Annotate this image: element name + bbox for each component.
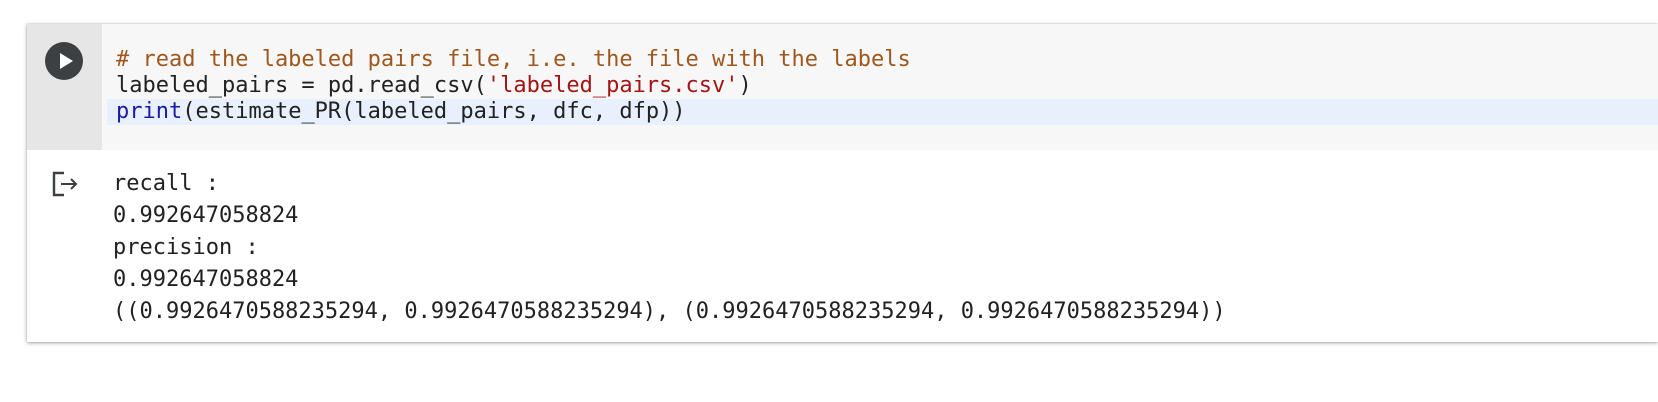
code-text: labeled_pairs = pd.read_csv( [116,73,487,98]
cell-output-area: recall : 0.992647058824 precision : 0.99264… [27,150,1658,342]
code-text: ) [738,73,752,98]
code-comment: # read the labeled pairs file, i.e. the … [116,47,911,72]
output-line: 0.992647058824 [113,203,299,228]
play-icon [60,53,73,69]
output-clear-icon[interactable] [51,170,83,198]
run-cell-button[interactable] [45,42,83,80]
code-editor[interactable]: # read the labeled pairs file, i.e. the … [102,24,1658,150]
code-line-3: print(estimate_PR(labeled_pairs, dfc, df… [116,99,686,125]
cell-gutter [27,24,102,150]
code-text: (estimate_PR(labeled_pairs, dfc, dfp)) [182,99,686,124]
code-string: 'labeled_pairs.csv' [486,73,739,98]
output-line: 0.992647058824 [113,267,299,292]
code-builtin: print [116,99,183,124]
code-line-2: labeled_pairs = pd.read_csv('labeled_pai… [116,73,752,99]
notebook-code-cell: # read the labeled pairs file, i.e. the … [27,24,1658,342]
output-line: precision : [113,235,259,260]
code-area: # read the labeled pairs file, i.e. the … [27,24,1658,150]
code-line-1: # read the labeled pairs file, i.e. the … [116,47,911,73]
output-line: ((0.9926470588235294, 0.9926470588235294… [113,299,1226,324]
output-text: recall : 0.992647058824 precision : 0.99264… [113,168,1226,328]
output-line: recall : [113,171,219,196]
